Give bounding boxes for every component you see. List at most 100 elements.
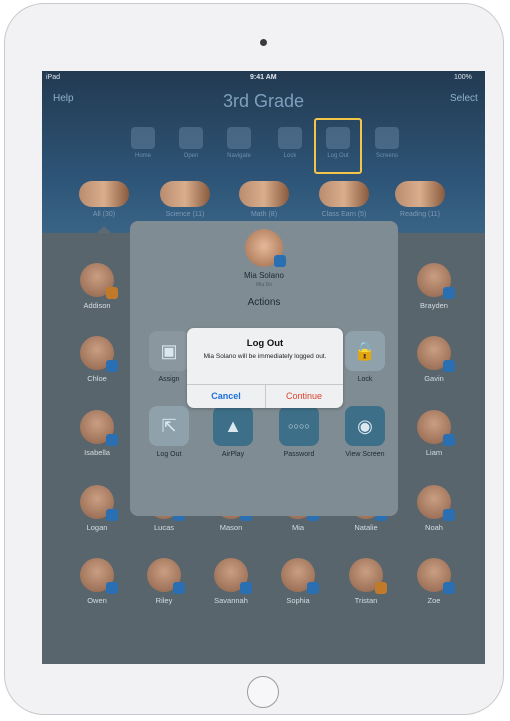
device-badge-icon xyxy=(173,582,185,594)
status-time: 9:41 AM xyxy=(250,74,277,81)
student-tile[interactable]: Owen xyxy=(67,558,127,606)
action-label: Lock xyxy=(357,376,373,383)
student-tile[interactable]: Tristan xyxy=(336,558,396,606)
student-name: Noah xyxy=(425,523,443,532)
avatar xyxy=(417,410,455,446)
group-label: Class Earn (5) xyxy=(321,211,367,218)
group-avatars xyxy=(395,181,445,207)
group-science[interactable]: Science (11) xyxy=(150,181,220,218)
student-name: Mia xyxy=(291,523,305,532)
student-name: Isabella xyxy=(84,448,110,457)
action-label: Log Out xyxy=(156,451,182,458)
ipad-frame: iPad 9:41 AM 100% Help 3rd Grade Select … xyxy=(4,3,504,715)
log-out-action[interactable]: ⇱ Log Out xyxy=(139,406,199,458)
toolbar-label: Lock xyxy=(283,153,297,159)
student-name: Natalie xyxy=(354,523,378,532)
device-badge-icon xyxy=(443,360,455,372)
device-badge-icon xyxy=(307,582,319,594)
student-tile[interactable]: Logan xyxy=(67,485,127,533)
device-badge-icon xyxy=(443,287,455,299)
action-label: Password xyxy=(283,451,315,458)
toolbar-screens-button[interactable]: Screens xyxy=(367,127,407,159)
avatar xyxy=(80,410,118,446)
group-reading[interactable]: Reading (11) xyxy=(385,181,455,218)
status-carrier: iPad xyxy=(46,74,61,81)
toolbar-navigate-button[interactable]: Navigate xyxy=(219,127,259,159)
group-label: All (30) xyxy=(92,211,116,218)
alert-message: Mia Solano will be immediately logged ou… xyxy=(203,353,327,360)
avatar xyxy=(80,336,118,372)
cancel-button[interactable]: Cancel xyxy=(187,384,265,408)
student-name: Mason xyxy=(219,523,243,532)
avatar xyxy=(417,336,455,372)
password-action[interactable]: ○○○○ Password xyxy=(269,406,329,458)
student-name: Riley xyxy=(155,596,173,605)
log-out-highlight xyxy=(314,118,362,174)
action-label: AirPlay xyxy=(221,451,245,458)
view-screen-action[interactable]: ◉ View Screen xyxy=(335,406,395,458)
home-icon xyxy=(131,127,155,149)
toolbar-label: Screens xyxy=(375,153,398,159)
student-tile[interactable]: Riley xyxy=(134,558,194,606)
group-class-earn[interactable]: Class Earn (5) xyxy=(309,181,379,218)
student-tile[interactable]: Chloe xyxy=(67,336,127,384)
avatar xyxy=(349,558,387,594)
screens-icon xyxy=(375,127,399,149)
airplay-action[interactable]: ▲ AirPlay xyxy=(203,406,263,458)
device-badge-icon xyxy=(240,582,252,594)
group-label: Science (11) xyxy=(165,211,205,218)
avatar xyxy=(417,558,455,594)
group-math[interactable]: Math (8) xyxy=(229,181,299,218)
student-name: Brayden xyxy=(420,301,448,310)
front-camera xyxy=(260,39,267,46)
device-badge-icon xyxy=(106,434,118,446)
password-icon: ○○○○ xyxy=(279,406,319,446)
continue-button[interactable]: Continue xyxy=(265,384,343,408)
student-name: Zoe xyxy=(427,596,441,605)
device-badge-icon xyxy=(106,360,118,372)
toolbar-home-button[interactable]: Home xyxy=(123,127,163,159)
student-tile[interactable]: Zoe xyxy=(404,558,464,606)
avatar xyxy=(417,263,455,299)
avatar xyxy=(80,485,118,521)
alert-title: Log Out xyxy=(246,338,284,349)
student-name: Addison xyxy=(83,301,111,310)
group-avatars xyxy=(79,181,129,207)
toolbar-label: Open xyxy=(183,153,199,159)
lock-action[interactable]: 🔒 Lock xyxy=(335,331,395,383)
device-badge-icon xyxy=(106,287,118,299)
screen: iPad 9:41 AM 100% Help 3rd Grade Select … xyxy=(42,71,485,664)
student-tile[interactable]: Addison xyxy=(67,263,127,311)
student-tile[interactable]: Brayden xyxy=(404,263,464,311)
toolbar-label: Navigate xyxy=(227,153,251,159)
student-name: Lucas xyxy=(153,523,174,532)
student-tile[interactable]: Savannah xyxy=(201,558,261,606)
action-label: View Screen xyxy=(345,451,385,458)
group-label: Reading (11) xyxy=(400,211,440,218)
avatar xyxy=(214,558,252,594)
toolbar-open-button[interactable]: Open xyxy=(171,127,211,159)
student-name: Mia Solano xyxy=(243,271,285,280)
actions-heading: Actions xyxy=(247,297,281,308)
student-tile[interactable]: Liam xyxy=(404,410,464,458)
device-badge-icon xyxy=(375,582,387,594)
student-name: Tristan xyxy=(354,596,378,605)
home-button[interactable] xyxy=(247,676,279,708)
student-tile[interactable]: Noah xyxy=(404,485,464,533)
student-name: Owen xyxy=(87,596,107,605)
toolbar-lock-button[interactable]: Lock xyxy=(270,127,310,159)
avatar xyxy=(80,558,118,594)
student-tile[interactable]: Gavin xyxy=(404,336,464,384)
group-avatars xyxy=(319,181,369,207)
group-all[interactable]: All (30) xyxy=(69,181,139,218)
group-avatars xyxy=(239,181,289,207)
student-tile[interactable]: Isabella xyxy=(67,410,127,458)
student-name: Gavin xyxy=(424,374,444,383)
avatar xyxy=(80,263,118,299)
class-header: iPad 9:41 AM 100% Help 3rd Grade Select … xyxy=(42,71,485,233)
select-link[interactable]: Select xyxy=(450,93,478,104)
view-screen-icon: ◉ xyxy=(345,406,385,446)
status-battery: 100% xyxy=(454,74,472,81)
student-tile[interactable]: Sophia xyxy=(268,558,328,606)
device-badge-icon xyxy=(443,582,455,594)
